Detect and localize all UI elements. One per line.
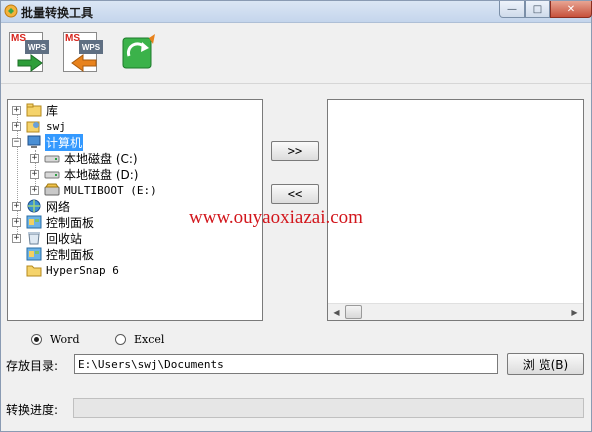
expand-toggle[interactable]: + bbox=[12, 217, 21, 227]
scroll-thumb[interactable] bbox=[345, 305, 362, 319]
tree-item-control-panel-2[interactable]: 控制面板 bbox=[26, 246, 95, 262]
collapse-toggle[interactable]: − bbox=[12, 137, 21, 147]
scroll-right-icon[interactable]: ▶ bbox=[566, 304, 583, 320]
removable-drive-icon bbox=[44, 183, 60, 196]
tree-item-label: MULTIBOOT (E:) bbox=[64, 183, 157, 197]
folder-icon bbox=[26, 265, 42, 277]
control-panel-icon bbox=[26, 215, 42, 229]
wps-badge: WPS bbox=[25, 40, 49, 54]
app-window: 批量转换工具 — □ ✕ MS WPS MS WPS + 库 + swj − 计… bbox=[0, 0, 592, 432]
ms-label: MS bbox=[65, 33, 80, 44]
tree-item-label: 本地磁盘 (D:) bbox=[64, 167, 139, 182]
tree-item-label: 回收站 bbox=[46, 231, 83, 246]
tree-item-network[interactable]: + 网络 bbox=[12, 198, 71, 214]
network-icon bbox=[27, 199, 41, 213]
drive-icon bbox=[44, 155, 60, 163]
expand-toggle[interactable]: + bbox=[12, 121, 21, 131]
window-title: 批量转换工具 bbox=[21, 6, 94, 20]
ms-label: MS bbox=[11, 33, 26, 44]
tree-item-label: 计算机 bbox=[45, 133, 84, 151]
tree-item-computer[interactable]: − 计算机 bbox=[12, 133, 84, 151]
expand-toggle[interactable]: + bbox=[30, 153, 39, 163]
refresh-icon bbox=[122, 34, 155, 69]
tree-item-label: 本地磁盘 (C:) bbox=[64, 151, 138, 166]
expand-toggle[interactable]: + bbox=[30, 169, 39, 179]
arrow-right-icon bbox=[17, 54, 43, 72]
tree-item-control-panel[interactable]: + 控制面板 bbox=[12, 214, 95, 230]
tree-item-label: HyperSnap 6 bbox=[46, 263, 119, 277]
wps-to-ms-button[interactable]: MS WPS bbox=[61, 30, 109, 78]
refresh-button[interactable] bbox=[115, 30, 163, 78]
expand-toggle[interactable]: + bbox=[12, 105, 21, 115]
tree-item-hypersnap[interactable]: HyperSnap 6 bbox=[26, 262, 120, 278]
arrow-left-icon bbox=[71, 54, 97, 72]
ms-to-wps-button[interactable]: MS WPS bbox=[7, 30, 55, 78]
radio-button[interactable] bbox=[31, 334, 42, 345]
expand-toggle[interactable]: + bbox=[12, 201, 21, 211]
app-icon bbox=[4, 4, 18, 18]
radio-button[interactable] bbox=[115, 334, 126, 345]
recycle-bin-icon bbox=[28, 232, 40, 245]
tree-item-drive-c[interactable]: + 本地磁盘 (C:) bbox=[30, 150, 139, 166]
maximize-button[interactable]: □ bbox=[525, 1, 550, 18]
selected-files-list[interactable]: ◀ ▶ bbox=[327, 99, 584, 321]
close-button[interactable]: ✕ bbox=[550, 1, 592, 18]
tree-item-drive-e[interactable]: + MULTIBOOT (E:) bbox=[30, 182, 158, 198]
format-option-word[interactable]: Word bbox=[31, 333, 79, 346]
tree-item-recycle-bin[interactable]: + 回收站 bbox=[12, 230, 83, 246]
save-dir-input[interactable] bbox=[74, 354, 498, 374]
browse-button[interactable]: 浏 览(B) bbox=[507, 353, 584, 375]
tree-item-swj[interactable]: + swj bbox=[12, 118, 67, 134]
save-dir-label: 存放目录: bbox=[6, 359, 59, 373]
watermark: www.ouyaoxiazai.com bbox=[189, 207, 363, 228]
minimize-button[interactable]: — bbox=[499, 1, 525, 18]
library-icon bbox=[26, 103, 42, 117]
tree-item-drive-d[interactable]: + 本地磁盘 (D:) bbox=[30, 166, 139, 182]
scroll-left-icon[interactable]: ◀ bbox=[328, 304, 345, 320]
tree-item-label: swj bbox=[46, 119, 66, 133]
computer-icon bbox=[27, 135, 41, 148]
format-option-label: Excel bbox=[134, 333, 165, 346]
drive-icon bbox=[44, 171, 60, 179]
add-to-list-button[interactable]: >> bbox=[271, 141, 319, 161]
conversion-progress-bar bbox=[73, 398, 584, 418]
tree-item-label: 控制面板 bbox=[46, 215, 95, 230]
control-panel-icon bbox=[26, 247, 42, 261]
tree-item-label: 控制面板 bbox=[46, 247, 95, 262]
tree-item-label: 网络 bbox=[46, 199, 71, 214]
expand-toggle[interactable]: + bbox=[30, 185, 39, 195]
format-option-excel[interactable]: Excel bbox=[115, 333, 164, 346]
expand-toggle[interactable]: + bbox=[12, 233, 21, 243]
horizontal-scrollbar[interactable]: ◀ ▶ bbox=[328, 303, 583, 320]
title-bar: 批量转换工具 — □ ✕ bbox=[1, 1, 592, 23]
format-option-label: Word bbox=[50, 333, 80, 346]
progress-label: 转换进度: bbox=[6, 403, 59, 417]
wps-badge: WPS bbox=[79, 40, 103, 54]
tree-item-label: 库 bbox=[46, 103, 59, 118]
user-folder-icon bbox=[26, 121, 40, 133]
toolbar: MS WPS MS WPS bbox=[1, 24, 591, 84]
tree-item-library[interactable]: + 库 bbox=[12, 102, 59, 118]
remove-from-list-button[interactable]: << bbox=[271, 184, 319, 204]
